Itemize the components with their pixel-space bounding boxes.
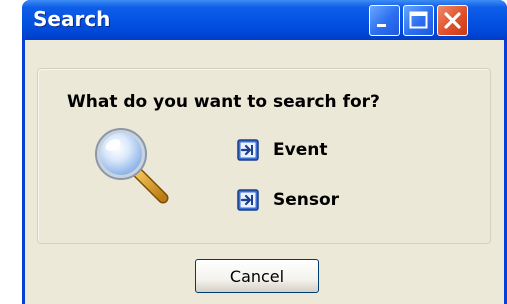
option-event-label: Event bbox=[273, 140, 328, 160]
option-sensor-label: Sensor bbox=[273, 190, 340, 210]
search-dialog: Search What do you want to search for? E… bbox=[22, 0, 507, 304]
option-sensor[interactable]: Sensor bbox=[237, 187, 339, 213]
minimize-icon bbox=[377, 24, 386, 27]
close-icon bbox=[444, 12, 461, 29]
title-bar[interactable]: Search bbox=[22, 0, 507, 40]
window-title: Search bbox=[33, 7, 111, 31]
dialog-body: What do you want to search for? Event Se… bbox=[25, 40, 504, 304]
maximize-button[interactable] bbox=[403, 5, 434, 36]
close-button[interactable] bbox=[437, 5, 468, 36]
minimize-button[interactable] bbox=[369, 5, 400, 36]
arrow-right-icon bbox=[237, 139, 259, 161]
cancel-button[interactable]: Cancel bbox=[195, 259, 319, 293]
arrow-right-icon bbox=[237, 189, 259, 211]
search-prompt: What do you want to search for? bbox=[67, 92, 380, 112]
magnifier-icon bbox=[95, 128, 169, 204]
option-event[interactable]: Event bbox=[237, 137, 327, 163]
maximize-icon bbox=[409, 11, 428, 29]
